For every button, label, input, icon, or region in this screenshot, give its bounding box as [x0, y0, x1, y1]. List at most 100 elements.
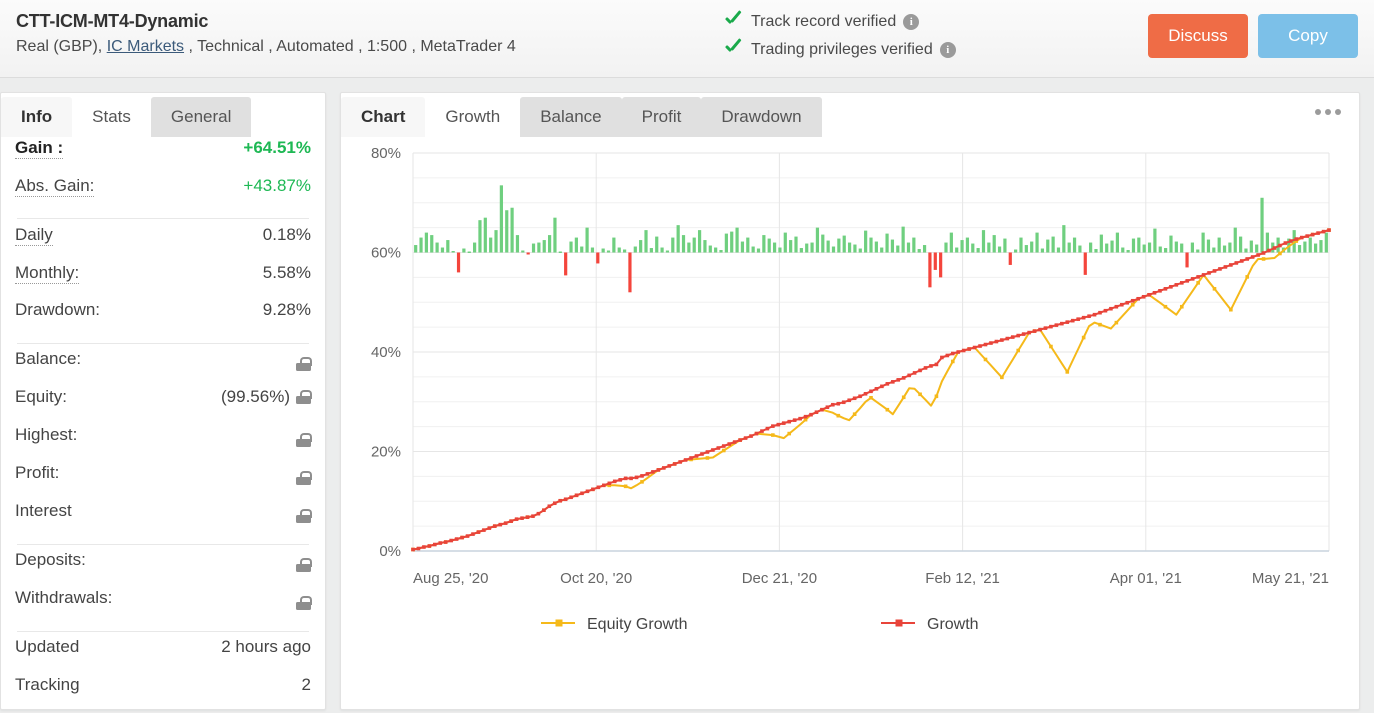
info-icon[interactable]: i [939, 42, 956, 58]
divider [17, 343, 309, 344]
tab-drawdown[interactable]: Drawdown [701, 97, 822, 137]
discuss-button[interactable]: Discuss [1148, 14, 1248, 58]
stat-row: Interest [15, 501, 312, 539]
stat-value-wrap [290, 509, 312, 523]
copy-button[interactable]: Copy [1258, 14, 1358, 58]
stat-label: Withdrawals: [15, 588, 113, 607]
stat-label: Deposits: [15, 550, 86, 569]
stat-value-wrap [290, 357, 312, 371]
svg-text:20%: 20% [371, 444, 401, 461]
check-icon [724, 41, 744, 59]
stat-value-wrap: 2 [302, 675, 311, 695]
chart-tabs: Chart Growth Balance Profit Drawdown [341, 93, 1359, 137]
stat-value-wrap: 0.18% [263, 225, 311, 245]
stat-value: +43.87% [243, 176, 311, 195]
svg-text:Oct 20, '20: Oct 20, '20 [560, 570, 632, 587]
growth-chart-svg: 0% 20% 40% 60% 80% Aug 25, '20 Oct 20, '20 Dec … [371, 145, 1331, 633]
stat-label: Drawdown: [15, 300, 101, 319]
stat-row: Deposits: [15, 550, 312, 588]
tab-stats[interactable]: Stats [72, 97, 151, 137]
stat-row: Gain : +64.51% [15, 137, 311, 175]
stat-row: Updated 2 hours ago [15, 637, 311, 675]
stat-row: Highest: [15, 425, 312, 463]
stat-label[interactable]: Gain : [15, 137, 64, 160]
stat-label[interactable]: Abs. Gain: [15, 175, 95, 198]
stat-label: Updated [15, 637, 80, 656]
stat-row: Profit: [15, 463, 312, 501]
verification-block: Track record verified i Trading privileg… [724, 8, 956, 64]
stat-value: 0.18% [262, 225, 311, 244]
stat-row: Abs. Gain: +43.87% [15, 175, 311, 213]
stat-label: Tracking [15, 675, 80, 694]
verification-row-track-record: Track record verified i [724, 8, 956, 36]
lock-icon [296, 509, 312, 523]
stat-label[interactable]: Monthly: [15, 262, 80, 285]
stat-label[interactable]: Daily [15, 224, 53, 247]
tab-info[interactable]: Info [1, 97, 73, 137]
tab-chart[interactable]: Chart [341, 97, 426, 137]
tab-balance[interactable]: Balance [520, 97, 622, 137]
stat-value: 2 [301, 675, 311, 694]
ellipsis-icon[interactable] [1315, 109, 1341, 115]
stat-value-wrap: 9.28% [263, 300, 311, 320]
svg-text:Dec 21, '20: Dec 21, '20 [742, 570, 817, 587]
stat-row: Balance: [15, 349, 312, 387]
tab-profit[interactable]: Profit [621, 97, 702, 137]
stats-sidebar: Info Stats General Gain : +64.51% Abs. Gai… [0, 92, 326, 710]
stat-label: Highest: [15, 425, 78, 444]
tab-growth[interactable]: Growth [425, 97, 521, 137]
svg-text:80%: 80% [371, 145, 401, 162]
svg-text:May 21, '21: May 21, '21 [1252, 570, 1329, 587]
stat-value-wrap [290, 596, 312, 610]
stat-label: Interest [15, 501, 72, 520]
account-type: Real (GBP), [16, 38, 107, 55]
account-header: CTT-ICM-MT4-Dynamic Real (GBP), IC Marke… [0, 0, 1374, 78]
lock-icon [296, 558, 312, 572]
stat-label: Balance: [15, 349, 82, 368]
stat-value: (99.56%) [221, 387, 290, 406]
account-meta: , Technical , Automated , 1:500 , MetaTr… [184, 38, 516, 55]
lock-icon [296, 471, 312, 485]
broker-link[interactable]: IC Markets [107, 38, 184, 55]
svg-text:Growth: Growth [927, 616, 979, 633]
header-actions: Discuss Copy [1148, 14, 1358, 58]
svg-text:Feb 12, '21: Feb 12, '21 [925, 570, 1000, 587]
stat-value: 9.28% [262, 300, 311, 319]
growth-chart: 0% 20% 40% 60% 80% Aug 25, '20 Oct 20, '20 Dec … [341, 137, 1359, 707]
svg-text:40%: 40% [371, 344, 401, 361]
stat-list: Gain : +64.51% Abs. Gain: +43.87% Daily 0.18%… [1, 137, 325, 713]
stat-value-wrap [290, 433, 312, 447]
stat-value-wrap: (99.56%) [221, 387, 312, 407]
trading-privileges-verified-label: Trading privileges verified [751, 41, 933, 58]
svg-text:Aug 25, '20: Aug 25, '20 [413, 570, 488, 587]
divider [17, 218, 309, 219]
lock-icon [296, 596, 312, 610]
stat-value: 5.58% [262, 263, 311, 282]
stat-label: Equity: [15, 387, 67, 406]
stat-value-wrap: 5.58% [263, 263, 311, 283]
lock-icon [296, 357, 312, 371]
stat-value-wrap: 2 hours ago [221, 637, 311, 657]
tab-general[interactable]: General [150, 97, 252, 137]
stat-value: 2 hours ago [221, 637, 311, 656]
stat-value: +64.51% [243, 138, 311, 157]
stat-row: Daily 0.18% [15, 224, 311, 262]
stat-value-wrap [290, 471, 312, 485]
divider [17, 631, 309, 632]
stat-row: Tracking 2 [15, 675, 311, 713]
stat-row: Monthly: 5.58% [15, 262, 311, 300]
chart-panel: Chart Growth Balance Profit Drawdown 0% 2… [340, 92, 1360, 710]
lock-icon [296, 390, 312, 404]
stat-label: Profit: [15, 463, 60, 482]
stat-value-wrap [290, 558, 312, 572]
divider [17, 544, 309, 545]
stat-row: Withdrawals: [15, 588, 312, 626]
svg-text:Equity Growth: Equity Growth [587, 616, 687, 633]
svg-text:0%: 0% [379, 543, 401, 560]
sidebar-tabs: Info Stats General [1, 93, 325, 137]
track-record-verified-label: Track record verified [751, 13, 897, 30]
info-icon[interactable]: i [903, 14, 920, 30]
main-content: Info Stats General Gain : +64.51% Abs. Gai… [0, 78, 1374, 710]
stat-value-wrap: +43.87% [243, 176, 311, 196]
lock-icon [296, 433, 312, 447]
